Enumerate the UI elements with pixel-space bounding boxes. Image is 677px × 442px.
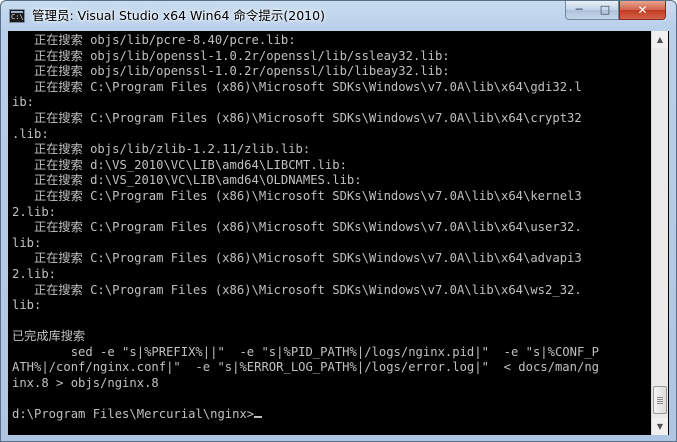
- thumb-grip-line: [657, 397, 663, 398]
- console-line: 2.lib:: [12, 204, 57, 219]
- minimize-button[interactable]: ─: [565, 1, 593, 20]
- window-title: 管理员: Visual Studio x64 Win64 命令提示(2010): [32, 8, 325, 23]
- console-icon[interactable]: [9, 9, 25, 23]
- console-line: 正在搜索 objs/lib/openssl-1.0.2r/openssl/lib…: [12, 64, 450, 79]
- prompt-path: d:\Program Files\Mercurial\nginx>: [12, 407, 255, 422]
- thumb-grip-line: [657, 403, 663, 404]
- console-line: 正在搜索 objs/lib/openssl-1.0.2r/openssl/lib…: [12, 48, 450, 63]
- vertical-scrollbar[interactable]: ▲ ▼: [651, 31, 668, 435]
- console-line: 2.lib:: [12, 266, 57, 281]
- console-line: 已完成库搜索: [12, 329, 86, 344]
- maximize-button[interactable]: □: [592, 1, 619, 20]
- console-line: .lib:: [12, 126, 49, 141]
- console-line: ATH%|/conf/nginx.conf|" -e "s|%ERROR_LOG…: [12, 360, 599, 375]
- console-client-area: 正在搜索 objs/lib/pcre-8.40/pcre.lib: 正在搜索 o…: [8, 31, 669, 435]
- title-bar[interactable]: 管理员: Visual Studio x64 Win64 命令提示(2010) …: [1, 1, 676, 31]
- console-line: 正在搜索 d:\VS_2010\VC\LIB\amd64\OLDNAMES.li…: [12, 173, 362, 188]
- console-line: ib:: [12, 95, 35, 110]
- console-line: inx.8 > objs/nginx.8: [12, 376, 159, 391]
- thumb-grip-line: [657, 399, 663, 400]
- console-line: lib:: [12, 298, 42, 313]
- console-output[interactable]: 正在搜索 objs/lib/pcre-8.40/pcre.lib: 正在搜索 o…: [8, 31, 651, 435]
- console-line: 正在搜索 d:\VS_2010\VC\LIB\amd64\LIBCMT.lib:: [12, 157, 347, 172]
- console-window: 管理员: Visual Studio x64 Win64 命令提示(2010) …: [0, 0, 677, 442]
- close-button[interactable]: ✕: [619, 1, 666, 20]
- console-line: 正在搜索 objs/lib/zlib-1.2.11/zlib.lib:: [12, 142, 311, 157]
- console-line: 正在搜索 C:\Program Files (x86)\Microsoft SD…: [12, 282, 582, 297]
- console-line: 正在搜索 C:\Program Files (x86)\Microsoft SD…: [12, 79, 582, 94]
- scroll-up-button[interactable]: ▲: [652, 31, 668, 48]
- command-prompt[interactable]: d:\Program Files\Mercurial\nginx>: [8, 407, 651, 423]
- scroll-down-button[interactable]: ▼: [652, 418, 668, 435]
- thumb-grip-line: [657, 401, 663, 402]
- console-line: 正在搜索 C:\Program Files (x86)\Microsoft SD…: [12, 110, 582, 125]
- scrollbar-thumb[interactable]: [653, 386, 667, 414]
- console-line: 正在搜索 objs/lib/pcre-8.40/pcre.lib:: [12, 33, 296, 47]
- text-cursor: [254, 416, 263, 419]
- console-line: lib:: [12, 235, 42, 250]
- console-line: sed -e "s|%PREFIX%||" -e "s|%PID_PATH%|/…: [12, 344, 599, 359]
- console-line: 正在搜索 C:\Program Files (x86)\Microsoft SD…: [12, 220, 582, 235]
- console-line: 正在搜索 C:\Program Files (x86)\Microsoft SD…: [12, 251, 582, 266]
- console-line: 正在搜索 C:\Program Files (x86)\Microsoft SD…: [12, 188, 582, 203]
